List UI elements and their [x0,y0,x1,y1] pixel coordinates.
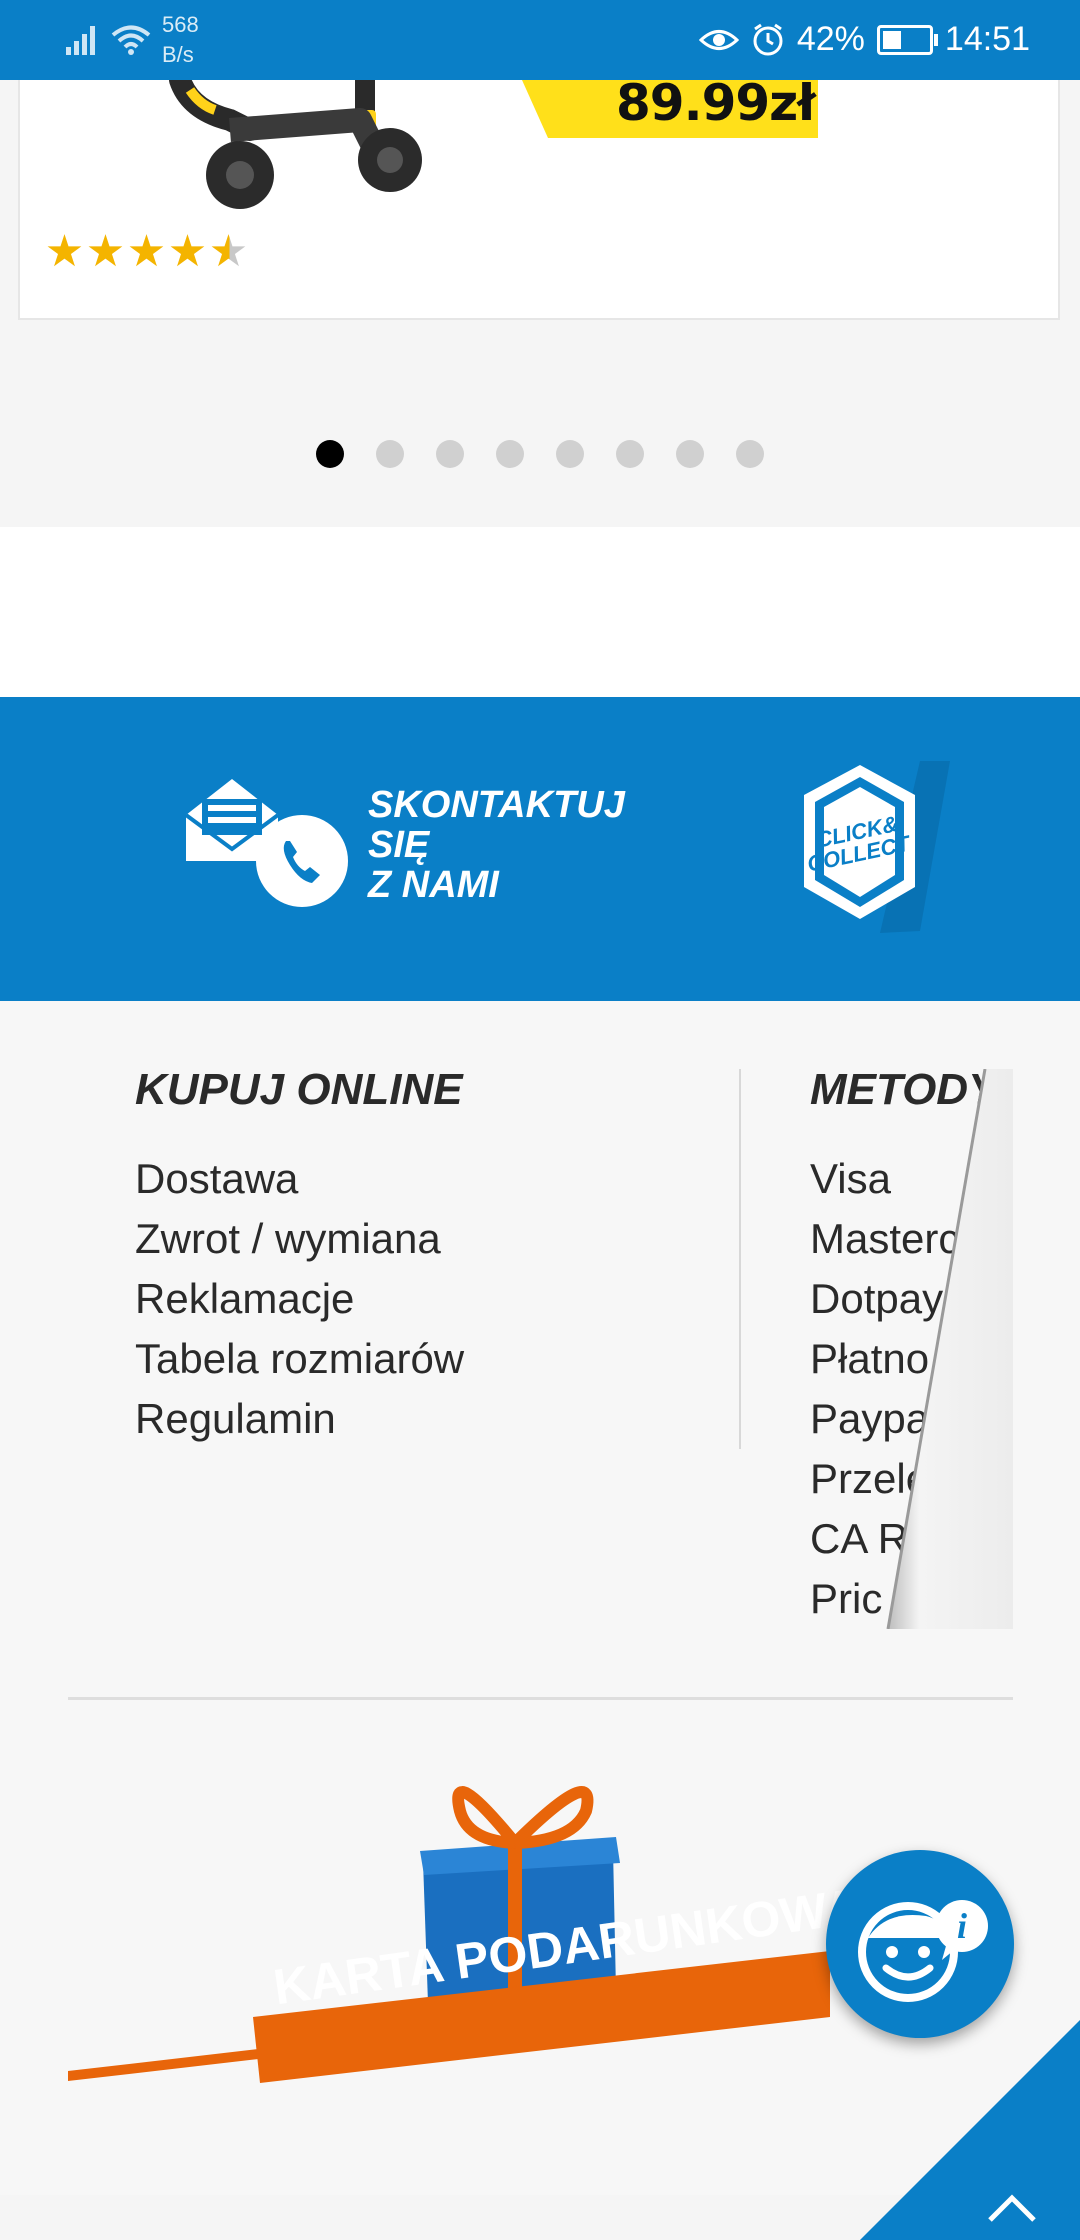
contact-line-3: Z NAMI [368,864,499,906]
click-collect-badge[interactable]: CLICK& COLLECT [790,761,1020,941]
page-curl-effect [886,1069,1013,1629]
star-icon: ★ [208,227,249,276]
scroll-to-top-button[interactable] [860,2020,1080,2240]
shop-online-link[interactable]: Tabela rozmiarów [135,1329,464,1389]
carousel-dot[interactable] [676,440,704,468]
product-price: 89.99zł [616,74,816,132]
signal-icon [66,26,95,55]
envelope-phone-icon[interactable] [182,775,354,913]
status-right: 42% 14:51 [687,20,1030,59]
battery-fill [882,30,902,49]
carousel-dot[interactable] [496,440,524,468]
shop-online-link[interactable]: Zwrot / wymiana [135,1209,464,1269]
contact-line-1: SKONTAKTUJ [368,784,625,826]
eye-icon [698,29,739,50]
status-bar: 568 B/s 42% 14:51 [0,0,1080,80]
price-tag: 89.99zł [522,74,818,138]
network-speed-unit: B/s [162,42,194,67]
star-icon: ★ [126,227,167,276]
contact-line-2: SIĘ [368,824,430,866]
shop-online-link[interactable]: Reklamacje [135,1269,464,1329]
star-icon: ★ [44,227,85,276]
network-speed-value: 568 [162,12,199,37]
chat-button[interactable]: i [826,1850,1014,2038]
battery-percent: 42% [796,20,865,58]
chatbot-face-icon: i [858,1900,988,2002]
status-left: 568 B/s [64,10,199,70]
network-speed: 568 B/s [162,10,199,70]
product-carousel: 89.99zł ★ ★ ★ ★ ★ [0,74,1080,527]
shop-online-links: Dostawa Zwrot / wymiana Reklamacje Tabela r… [135,1149,464,1449]
rating-stars: ★ ★ ★ ★ ★ [44,230,249,274]
product-card[interactable]: 89.99zł ★ ★ ★ ★ ★ [18,74,1060,320]
column-divider [739,1069,741,1449]
star-icon: ★ [167,227,208,276]
carousel-dot[interactable] [316,440,344,468]
alarm-icon [753,23,783,55]
scooter-image [169,80,422,209]
carousel-pagination [0,440,1080,468]
shop-online-link[interactable]: Dostawa [135,1149,464,1209]
col-shop-online-title: KUPUJ ONLINE [135,1065,463,1114]
shop-online-link[interactable]: Regulamin [135,1389,464,1449]
svg-text:i: i [957,1906,967,1946]
carousel-dot[interactable] [556,440,584,468]
star-icon: ★ [85,227,126,276]
carousel-dot[interactable] [736,440,764,468]
carousel-dot[interactable] [436,440,464,468]
carousel-dot[interactable] [616,440,644,468]
spacer-band [0,527,1080,697]
footer-divider [68,1697,1013,1700]
contact-us-link[interactable]: SKONTAKTUJ SIĘ Z NAMI [368,785,625,905]
battery-icon [876,24,938,55]
carousel-dot[interactable] [376,440,404,468]
clock: 14:51 [944,20,1030,58]
wifi-icon [111,25,151,55]
contact-banner: SKONTAKTUJ SIĘ Z NAMI CLICK& COLLECT [0,697,1080,1001]
